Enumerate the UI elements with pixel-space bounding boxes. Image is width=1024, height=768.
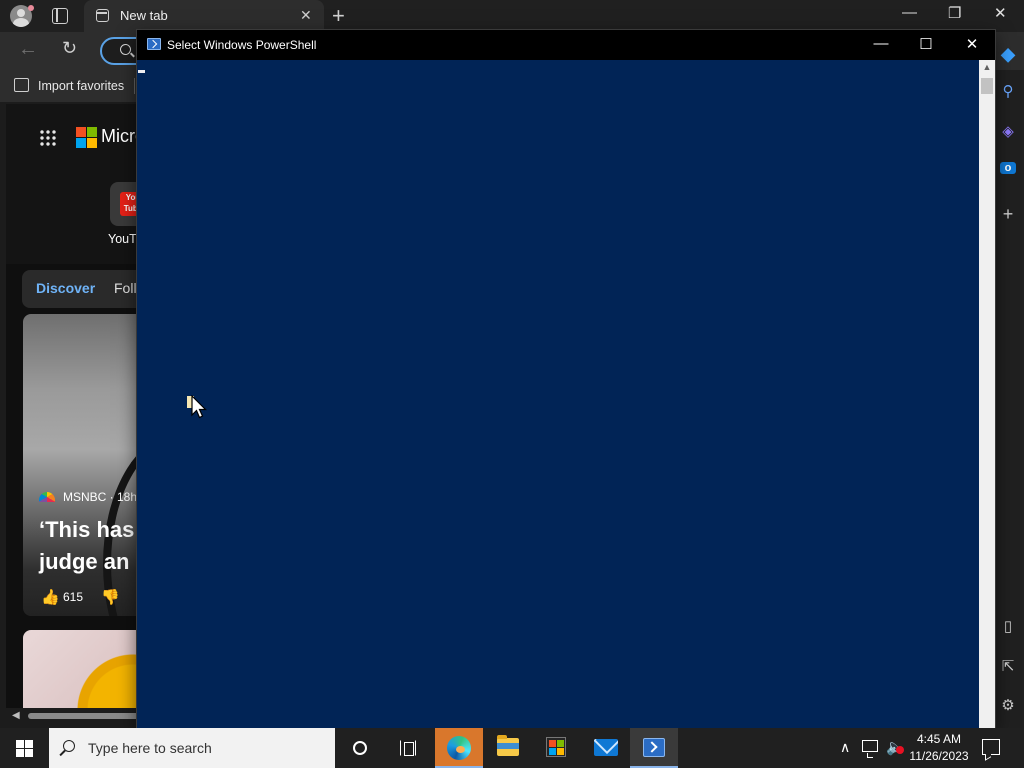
browser-restore-button[interactable]: ❐ (948, 4, 961, 22)
task-view-icon (400, 740, 416, 756)
mail-taskbar-button[interactable] (582, 728, 630, 768)
cortana-button[interactable] (336, 728, 384, 768)
scroll-left-icon[interactable]: ◀ (12, 710, 20, 721)
tab-new-tab[interactable]: New tab ✕ (84, 0, 324, 32)
start-button[interactable] (16, 740, 33, 757)
task-view-button[interactable] (384, 728, 432, 768)
store-icon (546, 737, 566, 757)
powershell-icon (643, 738, 665, 757)
console-cursor (138, 70, 145, 73)
taskbar: Type here to search ∧ 🔈 4:45 AM 11/26/20… (0, 728, 1024, 768)
edge-icon (447, 736, 471, 760)
tab-close-icon[interactable]: ✕ (300, 7, 312, 24)
import-favorites-icon (14, 78, 29, 92)
mail-icon (594, 739, 618, 756)
favorites-divider (134, 78, 135, 94)
file-explorer-icon (497, 735, 519, 756)
search-icon (120, 44, 131, 55)
tab-actions-icon[interactable] (52, 8, 68, 24)
mouse-pointer-icon (191, 395, 207, 419)
clock-time[interactable]: 4:45 AM (904, 732, 974, 746)
microsoft-logo-icon (76, 127, 97, 148)
console-vertical-scrollbar[interactable]: ▲ (979, 60, 995, 728)
taskbar-search-box[interactable]: Type here to search (49, 728, 335, 768)
thumbs-down-icon[interactable]: 👎 (101, 588, 120, 606)
powershell-close-button[interactable]: ✕ (949, 35, 995, 53)
edge-taskbar-button[interactable] (435, 728, 483, 768)
browser-minimize-button[interactable]: — (902, 4, 917, 21)
powershell-window[interactable]: Select Windows PowerShell — ☐ ✕ ▲ (137, 30, 995, 728)
browser-close-button[interactable]: ✕ (994, 4, 1007, 22)
powershell-title: Select Windows PowerShell (167, 38, 317, 52)
search-placeholder: Type here to search (88, 740, 212, 756)
settings-icon[interactable]: ⚙ (992, 696, 1024, 714)
msnbc-logo-icon (39, 492, 55, 502)
action-center-icon[interactable] (982, 739, 1000, 755)
profile-notification-dot (28, 5, 34, 11)
back-button[interactable]: ← (18, 38, 38, 61)
share-icon[interactable]: ⇱ (992, 657, 1024, 675)
search-icon[interactable]: ⚲ (992, 82, 1024, 100)
tab-title: New tab (120, 8, 168, 23)
powershell-taskbar-button[interactable] (630, 728, 678, 768)
file-explorer-taskbar-button[interactable] (484, 728, 532, 768)
powershell-title-bar[interactable]: Select Windows PowerShell — ☐ ✕ (137, 30, 995, 60)
outlook-icon[interactable]: o (1000, 162, 1016, 174)
search-icon (63, 740, 75, 752)
network-icon[interactable] (862, 740, 878, 758)
new-tab-page-icon (96, 9, 109, 22)
edge-sidebar: ◆ ⚲ ◈ o + ▯ ⇱ ⚙ (992, 44, 1024, 728)
show-hidden-icons-button[interactable]: ∧ (840, 739, 850, 756)
import-favorites-link[interactable]: Import favorites (38, 79, 124, 93)
browser-tab-bar: New tab ✕ + — ❐ ✕ (0, 0, 1024, 32)
games-icon[interactable]: ◈ (992, 122, 1024, 140)
app-launcher-icon[interactable] (39, 129, 57, 147)
cortana-icon (353, 741, 367, 755)
powershell-console[interactable] (137, 60, 979, 728)
volume-muted-badge (896, 746, 904, 754)
tab-discover[interactable]: Discover (36, 280, 95, 296)
store-taskbar-button[interactable] (532, 728, 580, 768)
like-count: 615 (63, 590, 84, 604)
split-screen-icon[interactable]: ▯ (992, 617, 1024, 635)
copilot-icon[interactable]: ◆ (992, 44, 1024, 65)
clock-date[interactable]: 11/26/2023 (904, 749, 974, 763)
new-tab-button[interactable]: + (332, 3, 345, 29)
powershell-maximize-button[interactable]: ☐ (903, 35, 949, 53)
add-icon[interactable]: + (992, 204, 1024, 225)
scroll-up-icon[interactable]: ▲ (979, 62, 995, 72)
powershell-icon[interactable] (147, 38, 161, 50)
powershell-minimize-button[interactable]: — (858, 35, 904, 52)
scrollbar-thumb[interactable] (981, 78, 993, 94)
refresh-button[interactable]: ↻ (62, 38, 77, 59)
news-source: MSNBC · 18h (63, 490, 138, 504)
thumbs-up-icon[interactable]: 👍 (41, 588, 60, 606)
